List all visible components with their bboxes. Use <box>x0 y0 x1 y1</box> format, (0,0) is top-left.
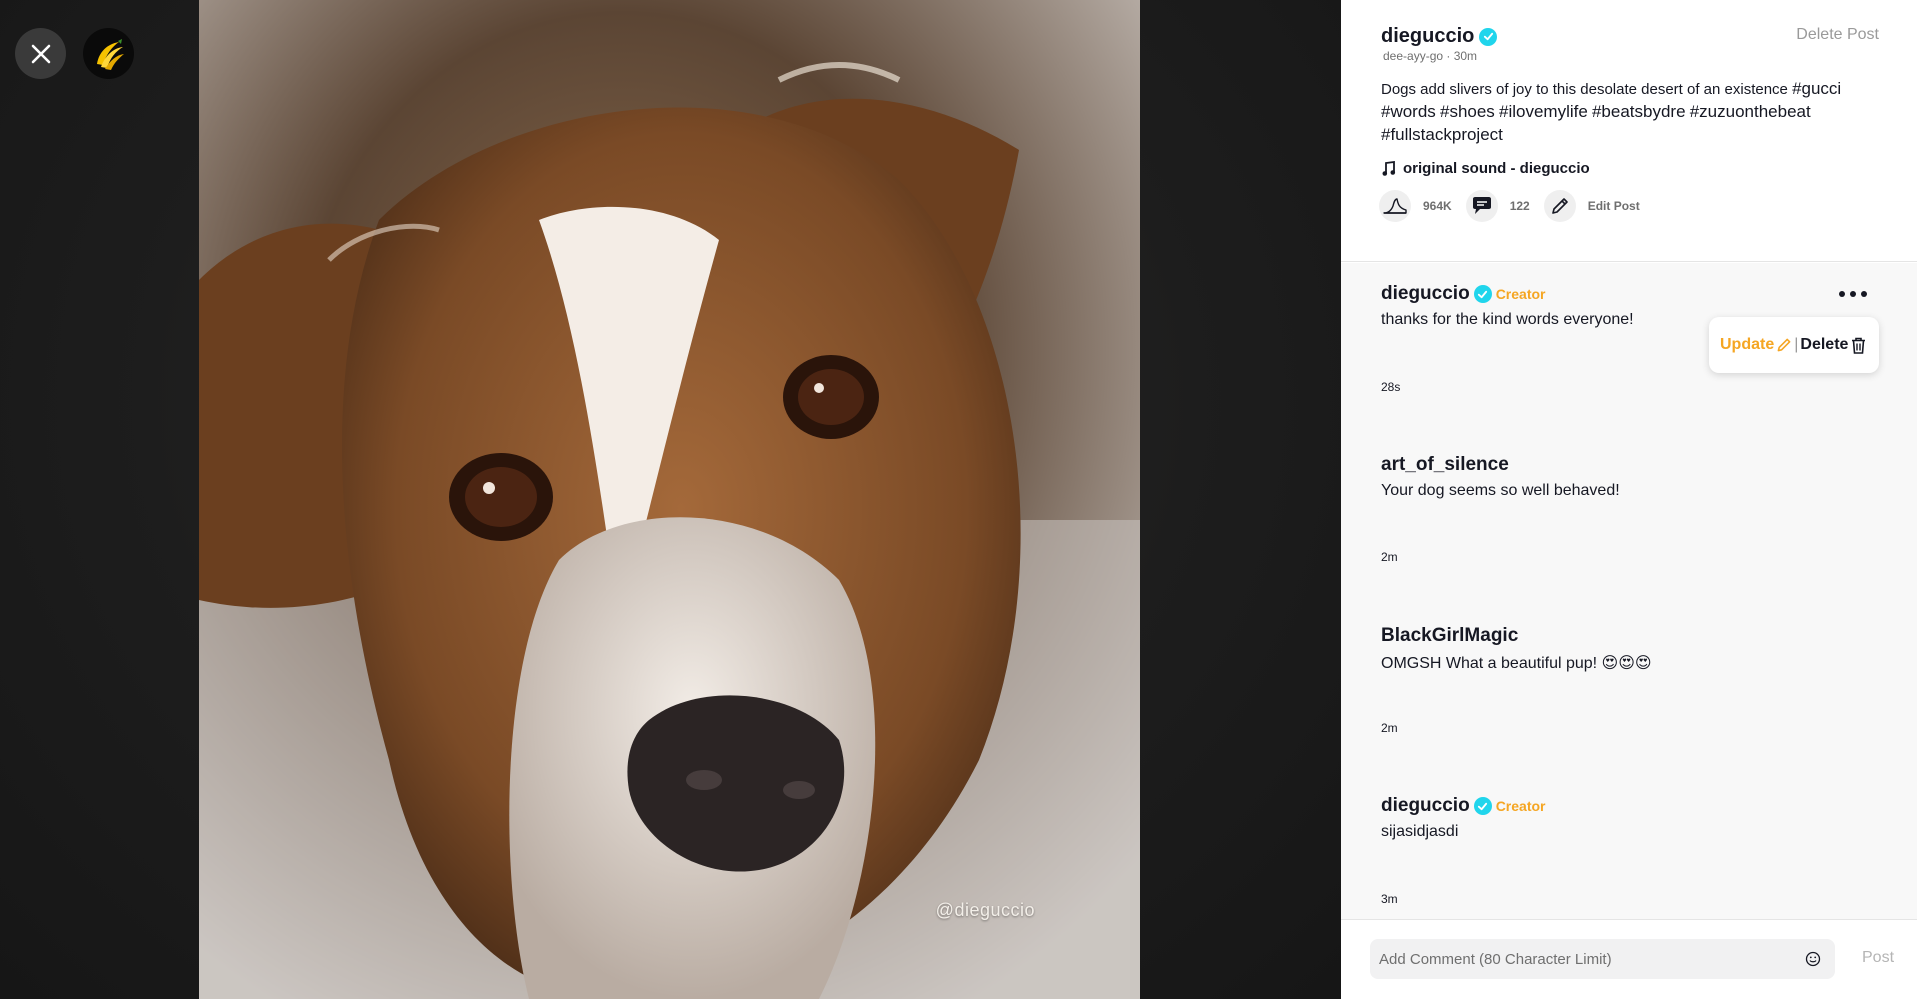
edit-post-button[interactable]: Edit Post <box>1588 199 1640 213</box>
pencil-icon <box>1777 338 1791 352</box>
post-comment-button[interactable]: Post <box>1862 949 1894 967</box>
comments-list[interactable]: dieguccio Creator thanks for the kind wo… <box>1341 263 1917 919</box>
post-author[interactable]: dieguccio <box>1381 25 1498 48</box>
comment-composer: Post <box>1341 919 1917 999</box>
hashtag[interactable]: #shoes <box>1440 102 1495 121</box>
post-sound[interactable]: original sound - dieguccio <box>1382 160 1590 177</box>
video-frame[interactable]: @dieguccio <box>199 0 1140 999</box>
comment-count: 122 <box>1509 199 1530 213</box>
video-viewer: @dieguccio <box>0 0 1341 999</box>
comment-bubble-icon <box>1472 197 1491 214</box>
hashtag[interactable]: #fullstackproject <box>1381 125 1503 144</box>
dog-photo <box>199 0 1140 999</box>
comment-options-menu: Update | Delete <box>1709 317 1879 373</box>
shoe-like-icon <box>1383 198 1407 214</box>
comment-username[interactable]: BlackGirlMagic <box>1381 625 1518 647</box>
comment-button[interactable] <box>1465 190 1498 222</box>
post-caption: Dogs add slivers of joy to this desolate… <box>1381 78 1881 147</box>
music-note-icon <box>1382 160 1396 176</box>
comment-author[interactable]: dieguccio Creator <box>1381 795 1861 817</box>
more-dot <box>1861 291 1867 297</box>
post-panel: dieguccio dee-ayy-go · 30m Delete Post D… <box>1341 0 1917 999</box>
comment-username[interactable]: art_of_silence <box>1381 454 1509 476</box>
comment-time: 2m <box>1381 550 1398 564</box>
sound-label: original sound - dieguccio <box>1403 160 1590 177</box>
comment-text: Your dog seems so well behaved! <box>1381 482 1620 499</box>
post-header: dieguccio dee-ayy-go · 30m Delete Post D… <box>1341 0 1917 262</box>
delete-comment-button[interactable]: Delete <box>1800 336 1866 354</box>
post-actions: 964K 122 Edit Post <box>1379 190 1640 222</box>
comment-text: sijasidjasdi <box>1381 823 1459 840</box>
comment-time: 3m <box>1381 892 1398 906</box>
delete-post-button[interactable]: Delete Post <box>1796 26 1879 44</box>
edit-button[interactable] <box>1543 190 1576 222</box>
comment-time: 28s <box>1381 380 1401 394</box>
video-watermark: @dieguccio <box>935 900 1035 920</box>
update-comment-button[interactable]: Update <box>1720 336 1792 354</box>
pencil-icon <box>1551 198 1568 214</box>
verified-icon <box>1473 797 1492 815</box>
post-meta: dee-ayy-go · 30m <box>1383 49 1478 63</box>
like-count: 964K <box>1423 199 1452 213</box>
hashtag[interactable]: #beatsbydre <box>1592 102 1686 121</box>
creator-badge: Creator <box>1495 286 1546 302</box>
hashtag[interactable]: #words <box>1381 102 1436 121</box>
comment-item: art_of_silence Your dog seems so well be… <box>1381 454 1861 564</box>
more-dot <box>1850 291 1856 297</box>
comment-input-wrap <box>1370 939 1835 979</box>
update-label: Update <box>1720 336 1775 353</box>
close-icon <box>31 44 50 63</box>
comment-time: 2m <box>1381 721 1398 735</box>
like-button[interactable] <box>1379 190 1411 222</box>
comment-text: OMGSH What a beautiful pup! 😍😍😍 <box>1381 655 1652 672</box>
comment-author[interactable]: BlackGirlMagic <box>1381 625 1861 647</box>
menu-separator: | <box>1794 336 1799 353</box>
author-name[interactable]: dieguccio <box>1381 25 1474 48</box>
caption-text: Dogs add slivers of joy to this desolate… <box>1381 81 1793 98</box>
hashtag[interactable]: #ilovemylife <box>1499 102 1588 121</box>
hashtag[interactable]: #gucci <box>1792 79 1841 98</box>
comment-input[interactable] <box>1370 950 1803 968</box>
more-dot <box>1839 291 1845 297</box>
creator-badge: Creator <box>1495 798 1546 814</box>
comment-item: BlackGirlMagic OMGSH What a beautiful pu… <box>1381 625 1861 735</box>
banana-logo-icon <box>96 38 124 70</box>
hashtag[interactable]: #zuzuonthebeat <box>1690 102 1811 121</box>
comment-username[interactable]: dieguccio <box>1381 283 1470 305</box>
comment-author[interactable]: art_of_silence <box>1381 454 1861 476</box>
comment-author[interactable]: dieguccio Creator <box>1381 283 1861 305</box>
comment-item: dieguccio Creator sijasidjasdi 3m <box>1381 795 1861 906</box>
verified-icon <box>1479 27 1498 46</box>
delete-label: Delete <box>1800 336 1849 353</box>
comment-username[interactable]: dieguccio <box>1381 795 1470 817</box>
trash-icon <box>1852 337 1866 354</box>
emoji-icon <box>1805 951 1821 967</box>
banana-logo[interactable] <box>83 28 134 79</box>
comment-more-button[interactable] <box>1839 287 1867 301</box>
close-button[interactable] <box>15 28 66 79</box>
emoji-button[interactable] <box>1803 949 1823 969</box>
verified-icon <box>1473 285 1492 303</box>
